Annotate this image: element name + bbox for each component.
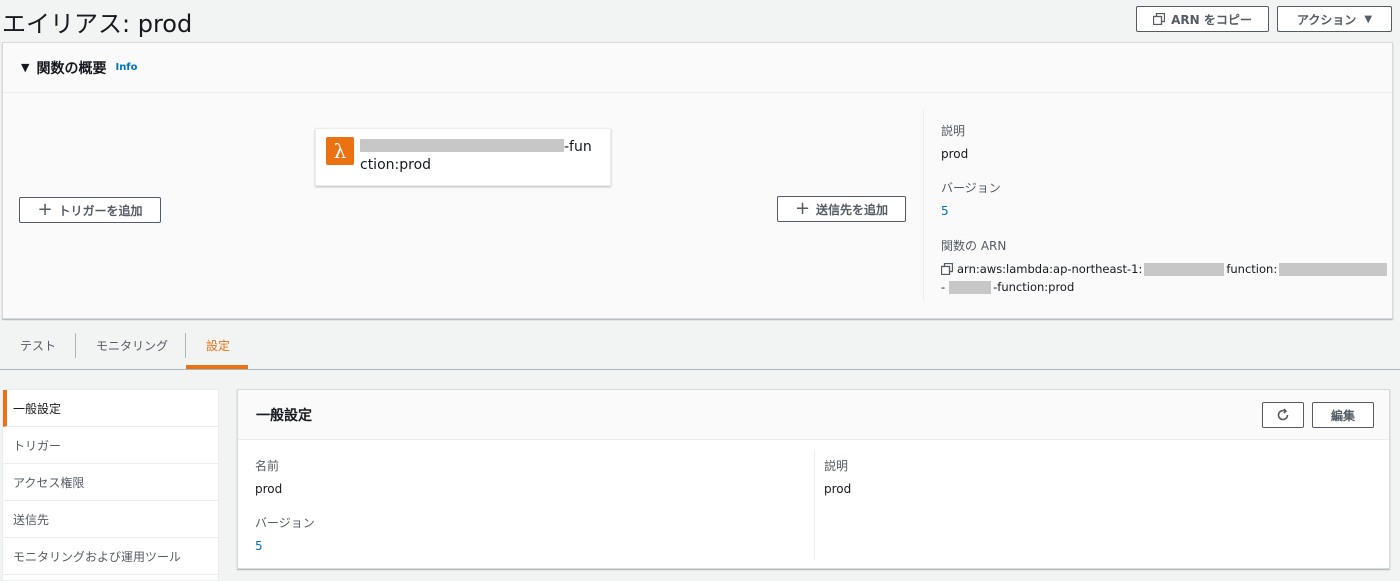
lambda-icon: λ — [326, 137, 354, 165]
arn-part: function: — [1226, 262, 1278, 276]
general-version-link[interactable]: 5 — [255, 539, 315, 553]
description-field: 説明 prod — [941, 122, 968, 161]
plus-icon: + — [794, 197, 811, 219]
arn-part: -function:prod — [993, 280, 1075, 294]
edit-button[interactable]: 編集 — [1312, 402, 1374, 428]
arn-part: arn:aws:lambda:ap-northeast-1: — [957, 262, 1143, 276]
divider — [923, 109, 924, 301]
function-card[interactable]: λ -fun ction:prod — [315, 128, 611, 186]
refresh-icon — [1276, 408, 1290, 422]
actions-label: アクション — [1296, 12, 1357, 27]
plus-icon: + — [37, 198, 53, 220]
general-version-label: バージョン — [255, 516, 315, 530]
general-version-field: バージョン 5 — [255, 514, 315, 553]
function-arn-value: arn:aws:lambda:ap-northeast-1: function: — [941, 262, 1388, 276]
config-side-nav: 一般設定 トリガー アクセス権限 送信先 モニタリングおよび運用ツール — [2, 389, 219, 581]
function-arn-field: 関数の ARN arn:aws:lambda:ap-northeast-1: f… — [941, 237, 1388, 294]
add-trigger-button[interactable]: + トリガーを追加 — [19, 197, 161, 223]
function-arn-label: 関数の ARN — [941, 239, 1007, 253]
edit-label: 編集 — [1330, 408, 1355, 423]
tab-monitoring[interactable]: モニタリング — [75, 333, 188, 358]
redacted-text — [1144, 262, 1225, 276]
version-field: バージョン 5 — [941, 179, 1001, 218]
copy-arn-label: ARN をコピー — [1171, 12, 1252, 27]
caret-down-icon: ▼ — [1364, 13, 1373, 25]
general-description-field: 説明 prod — [824, 457, 851, 496]
tab-test[interactable]: テスト — [0, 333, 76, 358]
general-settings-header: 一般設定 — [238, 390, 1389, 440]
page-title: エイリアス: prod — [2, 10, 193, 38]
function-name-line2: ction:prod — [360, 157, 432, 173]
general-description-value: prod — [824, 482, 852, 496]
tab-bar: テスト モニタリング 設定 — [0, 320, 1400, 370]
collapse-triangle-icon[interactable]: ▼ — [21, 61, 29, 74]
name-value: prod — [255, 482, 283, 496]
function-name: -fun ction:prod — [360, 138, 600, 174]
name-field: 名前 prod — [255, 457, 282, 496]
version-label: バージョン — [941, 181, 1001, 195]
name-label: 名前 — [255, 459, 280, 473]
add-destination-button[interactable]: + 送信先を追加 — [777, 196, 906, 222]
function-name-suffix: -fun — [564, 139, 592, 155]
general-settings-panel: 一般設定 編集 名前 prod バージョン 5 説明 prod — [237, 389, 1390, 569]
refresh-button[interactable] — [1262, 402, 1304, 428]
redacted-text — [949, 280, 992, 294]
function-arn-value-line2: - -function:prod — [941, 280, 1387, 294]
add-destination-label: 送信先を追加 — [816, 202, 889, 217]
nav-item-triggers[interactable]: トリガー — [3, 427, 218, 464]
nav-item-permissions[interactable]: アクセス権限 — [3, 464, 218, 501]
general-settings-title: 一般設定 — [256, 407, 312, 424]
nav-item-general[interactable]: 一般設定 — [3, 390, 218, 427]
add-trigger-label: トリガーを追加 — [58, 203, 143, 218]
function-overview-panel: ▼ 関数の概要 Info λ -fun ction:prod + トリガーを追加… — [2, 42, 1393, 319]
copy-icon — [1153, 13, 1166, 25]
nav-item-monitoring-tools[interactable]: モニタリングおよび運用ツール — [3, 538, 218, 575]
function-overview-title: 関数の概要 — [36, 60, 107, 77]
description-value: prod — [941, 147, 969, 161]
active-tab-indicator — [186, 365, 248, 369]
info-link[interactable]: Info — [115, 62, 137, 73]
version-link[interactable]: 5 — [941, 204, 1001, 218]
arn-part: - — [941, 280, 946, 294]
function-overview-header[interactable]: ▼ 関数の概要 Info — [3, 43, 1392, 93]
copy-arn-button[interactable]: ARN をコピー — [1136, 6, 1269, 32]
redacted-text — [1279, 262, 1388, 276]
nav-item-destinations[interactable]: 送信先 — [3, 501, 218, 538]
tab-configuration[interactable]: 設定 — [185, 333, 250, 358]
divider — [814, 450, 815, 560]
description-label: 説明 — [941, 124, 966, 138]
redacted-text — [360, 139, 564, 152]
actions-dropdown-button[interactable]: アクション ▼ — [1277, 6, 1392, 32]
general-description-label: 説明 — [824, 459, 849, 473]
copy-icon[interactable] — [941, 263, 953, 275]
